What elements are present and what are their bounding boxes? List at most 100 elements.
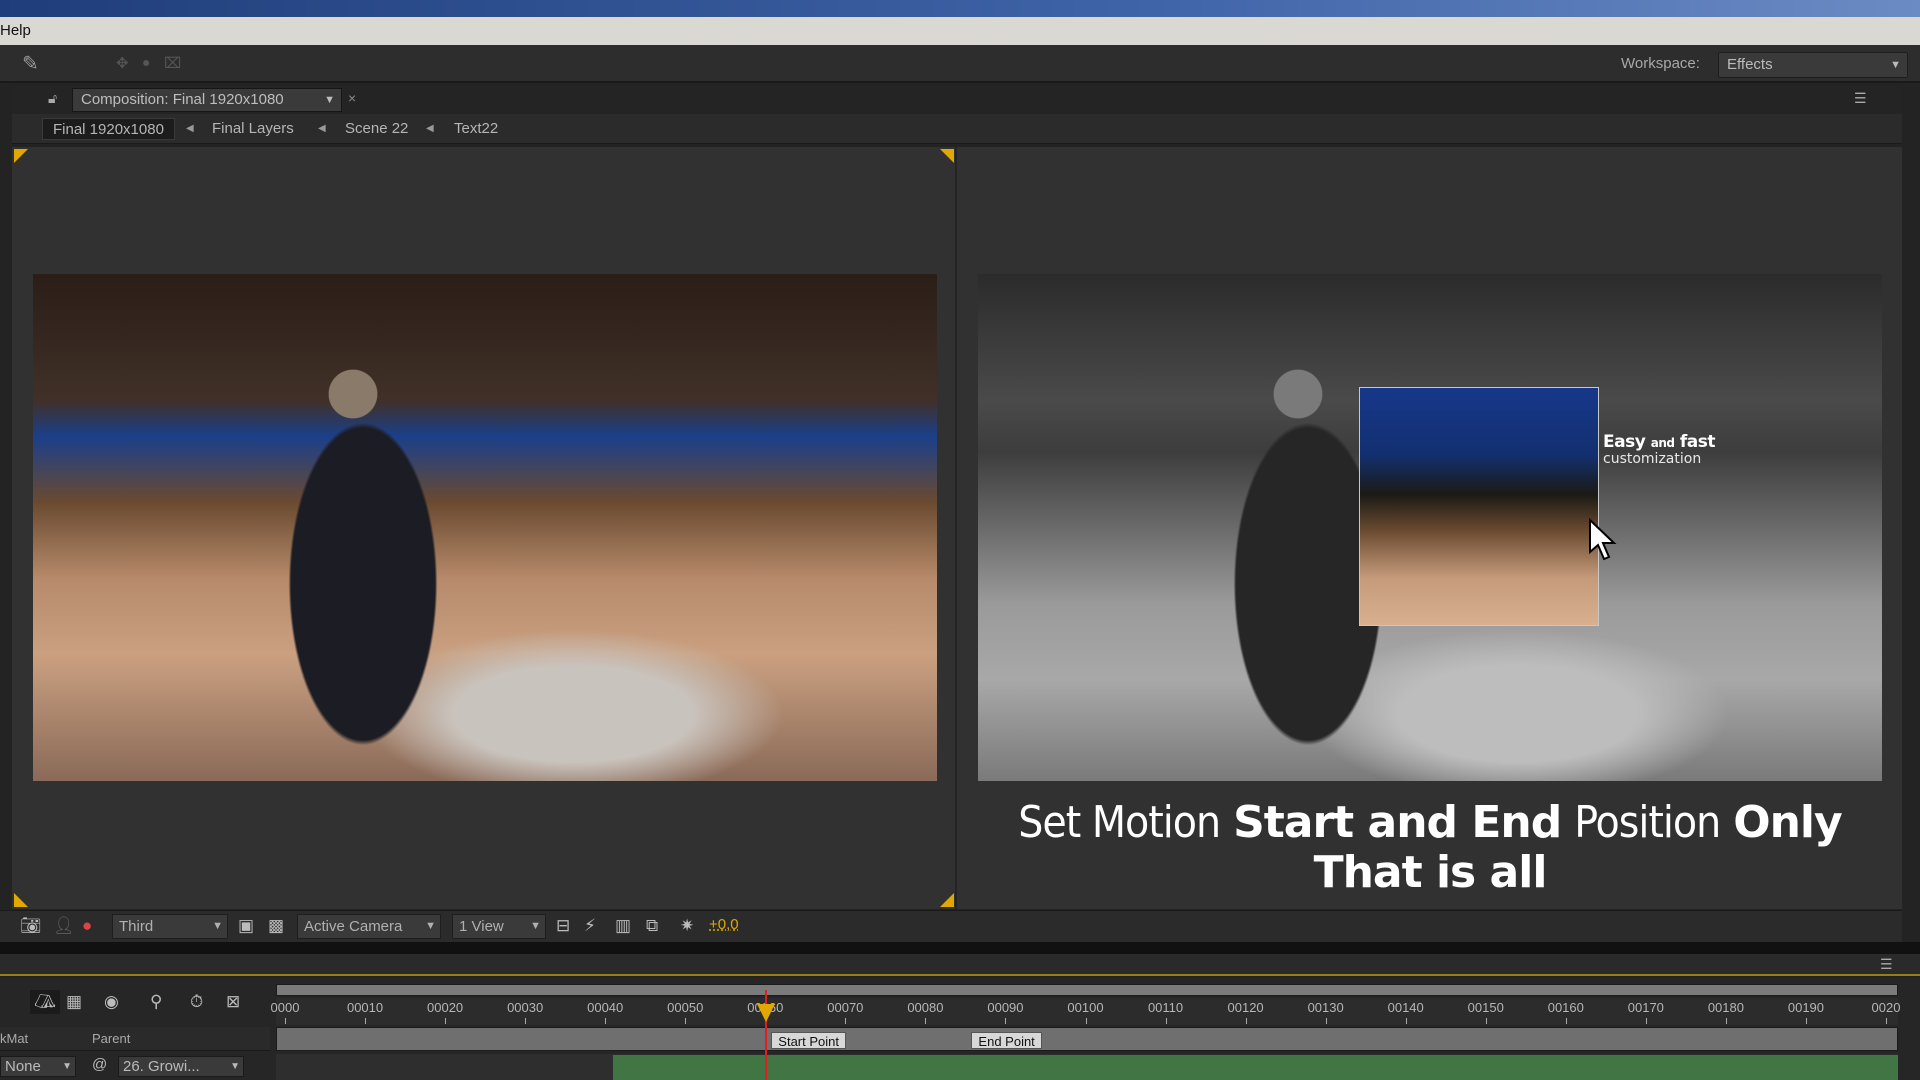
chevron-left-icon: ◀ <box>426 123 434 134</box>
viewer-divider <box>955 147 957 909</box>
panel-menu-icon[interactable]: ☰ <box>1854 90 1867 107</box>
motion-blur-icon[interactable]: ⚲ <box>150 992 162 1012</box>
ruler-tick <box>1165 1018 1167 1024</box>
pickwhip-icon[interactable]: @ <box>92 1056 107 1073</box>
ruler-tick-label: 00010 <box>346 1000 384 1015</box>
region-of-interest-icon[interactable]: ▣ <box>238 916 254 936</box>
parent-dropdown[interactable]: 26. Growi... ▼ <box>118 1056 244 1077</box>
axis-mode-icon[interactable]: ✥ <box>116 54 129 72</box>
caption-line-2: That is all <box>978 848 1882 898</box>
trkmat-column: kMat <box>0 1031 29 1046</box>
frame-blending-icon[interactable]: ◉ <box>104 992 119 1012</box>
region-marker-icon <box>14 893 28 907</box>
resolution-dropdown[interactable]: Third ▼ <box>112 914 228 939</box>
exposure-value[interactable]: +0,0 <box>709 916 739 933</box>
ruler-tick-label: 00050 <box>667 1000 704 1015</box>
trkmat-dropdown[interactable]: None ▼ <box>0 1056 76 1077</box>
ruler-tick-label: 00040 <box>587 1000 624 1015</box>
panel-separator <box>0 942 1920 954</box>
menu-bar: Help <box>0 17 1920 45</box>
breadcrumb-item[interactable]: Final Layers <box>212 118 294 140</box>
ruler-tick <box>365 1018 367 1024</box>
parent-value: 26. Growi... <box>123 1058 200 1075</box>
chevron-left-icon: ◀ <box>318 123 326 134</box>
snapshot-camera-icon[interactable]: 📷︎ <box>20 916 42 936</box>
trkmat-value: None <box>5 1058 41 1075</box>
timeline-switches: ⛺︎ ▦ ◉ ⚲ ⏱︎ ⊠ <box>0 988 270 1022</box>
ruler-tick-label: 00030 <box>507 1000 544 1015</box>
layer-column-header: kMat Parent <box>0 1027 270 1051</box>
view-layout-dropdown[interactable]: 1 View ▼ <box>452 914 546 939</box>
layer-marker[interactable]: Start Point <box>771 1032 846 1049</box>
flowchart-icon[interactable]: ⧉ <box>646 916 658 936</box>
ruler-tick-label: 00150 <box>1467 1000 1504 1015</box>
fast-preview-icon[interactable]: ⚡︎ <box>584 916 596 936</box>
ruler-tick <box>445 1018 447 1024</box>
caption-text: Set Motion <box>1018 797 1221 848</box>
breadcrumb-item[interactable]: Text22 <box>454 118 498 140</box>
ruler-tick-label: 0000 <box>270 1000 300 1015</box>
composition-tab-label: Composition: Final 1920x1080 <box>81 91 284 108</box>
view-layout-value: 1 View <box>459 918 504 935</box>
brainstorm-icon[interactable]: ⏱︎ <box>190 992 203 1012</box>
ruler-tick-label: 00180 <box>1707 1000 1744 1015</box>
ruler-tick <box>1085 1018 1087 1024</box>
channel-rgb-icon[interactable]: ● <box>82 916 92 936</box>
ruler-tick-label: 00160 <box>1547 1000 1584 1015</box>
view-axis-icon[interactable]: ⌧ <box>164 54 181 72</box>
region-marker-icon <box>940 149 954 163</box>
close-tab-icon[interactable]: × <box>348 90 356 106</box>
caption-text: Only <box>1733 797 1842 848</box>
workspace-label: Workspace: <box>1621 55 1700 72</box>
timeline-icon[interactable]: ▥ <box>615 916 631 936</box>
layer-marker[interactable]: End Point <box>971 1032 1042 1049</box>
breadcrumb: Final 1920x1080 ◀ Final Layers ◀ Scene 2… <box>12 114 1902 144</box>
overlay-title: Easy and fast <box>1603 432 1716 452</box>
toggle-pixel-aspect-icon[interactable]: ⊟ <box>556 916 570 936</box>
camera-dropdown[interactable]: Active Camera ▼ <box>297 914 441 939</box>
parent-column: Parent <box>92 1031 131 1046</box>
graph-editor-icon[interactable]: ⊠ <box>226 992 240 1012</box>
layer-duration-bar[interactable] <box>613 1055 1898 1080</box>
ruler-tick-label: 00130 <box>1307 1000 1344 1015</box>
ruler-tick <box>845 1018 847 1024</box>
chevron-down-icon: ▼ <box>230 1061 240 1072</box>
transparency-grid-icon[interactable]: ▩ <box>268 916 284 936</box>
conference-photo-color <box>33 274 937 781</box>
timeline-panel-header: ☰ <box>0 954 1920 976</box>
color-window-layer[interactable] <box>1359 387 1599 626</box>
breadcrumb-item[interactable]: Scene 22 <box>345 118 408 140</box>
pin-tool-icon[interactable]: ✎ <box>22 51 39 76</box>
workspace-dropdown[interactable]: Effects ▼ <box>1718 52 1908 78</box>
hide-shy-layers-icon[interactable]: ▦ <box>66 992 82 1012</box>
overlay-subtitle: customization <box>1603 451 1702 467</box>
breadcrumb-item[interactable]: Final 1920x1080 <box>42 118 175 140</box>
ruler-tick-label: 00190 <box>1787 1000 1825 1015</box>
caption-line-1: Set Motion Start and End Position Only <box>978 798 1882 848</box>
ruler-tick-label: 00020 <box>427 1000 464 1015</box>
menu-item-help[interactable]: Help <box>0 22 31 39</box>
ruler-tick-label: 00080 <box>907 1000 944 1015</box>
ruler-tick <box>1805 1018 1807 1024</box>
region-marker-icon <box>940 893 954 907</box>
marker-track[interactable] <box>276 1027 1898 1051</box>
ruler-tick-label: 00100 <box>1067 1000 1104 1015</box>
layer-row: None ▼ @ 26. Growi... ▼ <box>0 1054 270 1080</box>
tab-menu-chevron-icon[interactable]: ▼ <box>324 89 335 111</box>
ruler-tick <box>1005 1018 1007 1024</box>
composition-tab[interactable]: Composition: Final 1920x1080 ▼ <box>72 88 342 112</box>
exposure-reset-icon[interactable]: ✷ <box>680 916 694 936</box>
ruler-tick <box>525 1018 527 1024</box>
ruler-tick-label: 00140 <box>1387 1000 1424 1015</box>
workspace-value: Effects <box>1727 56 1773 73</box>
work-area-bar[interactable] <box>276 984 1898 996</box>
panel-menu-icon[interactable]: ☰ <box>1880 956 1893 973</box>
playhead-handle[interactable] <box>757 1004 776 1022</box>
window-title-bar <box>0 0 1920 17</box>
lock-icon[interactable]: 🔓︎ <box>48 90 57 107</box>
ruler-tick-label: 00110 <box>1147 1000 1184 1015</box>
draft-3d-icon[interactable]: ⛺︎ <box>30 990 60 1014</box>
world-axis-icon[interactable]: ● <box>142 54 150 70</box>
time-ruler[interactable]: 0000000100002000030000400005000060000700… <box>271 998 1900 1025</box>
show-snapshot-icon[interactable]: 👤︎ <box>53 916 75 936</box>
